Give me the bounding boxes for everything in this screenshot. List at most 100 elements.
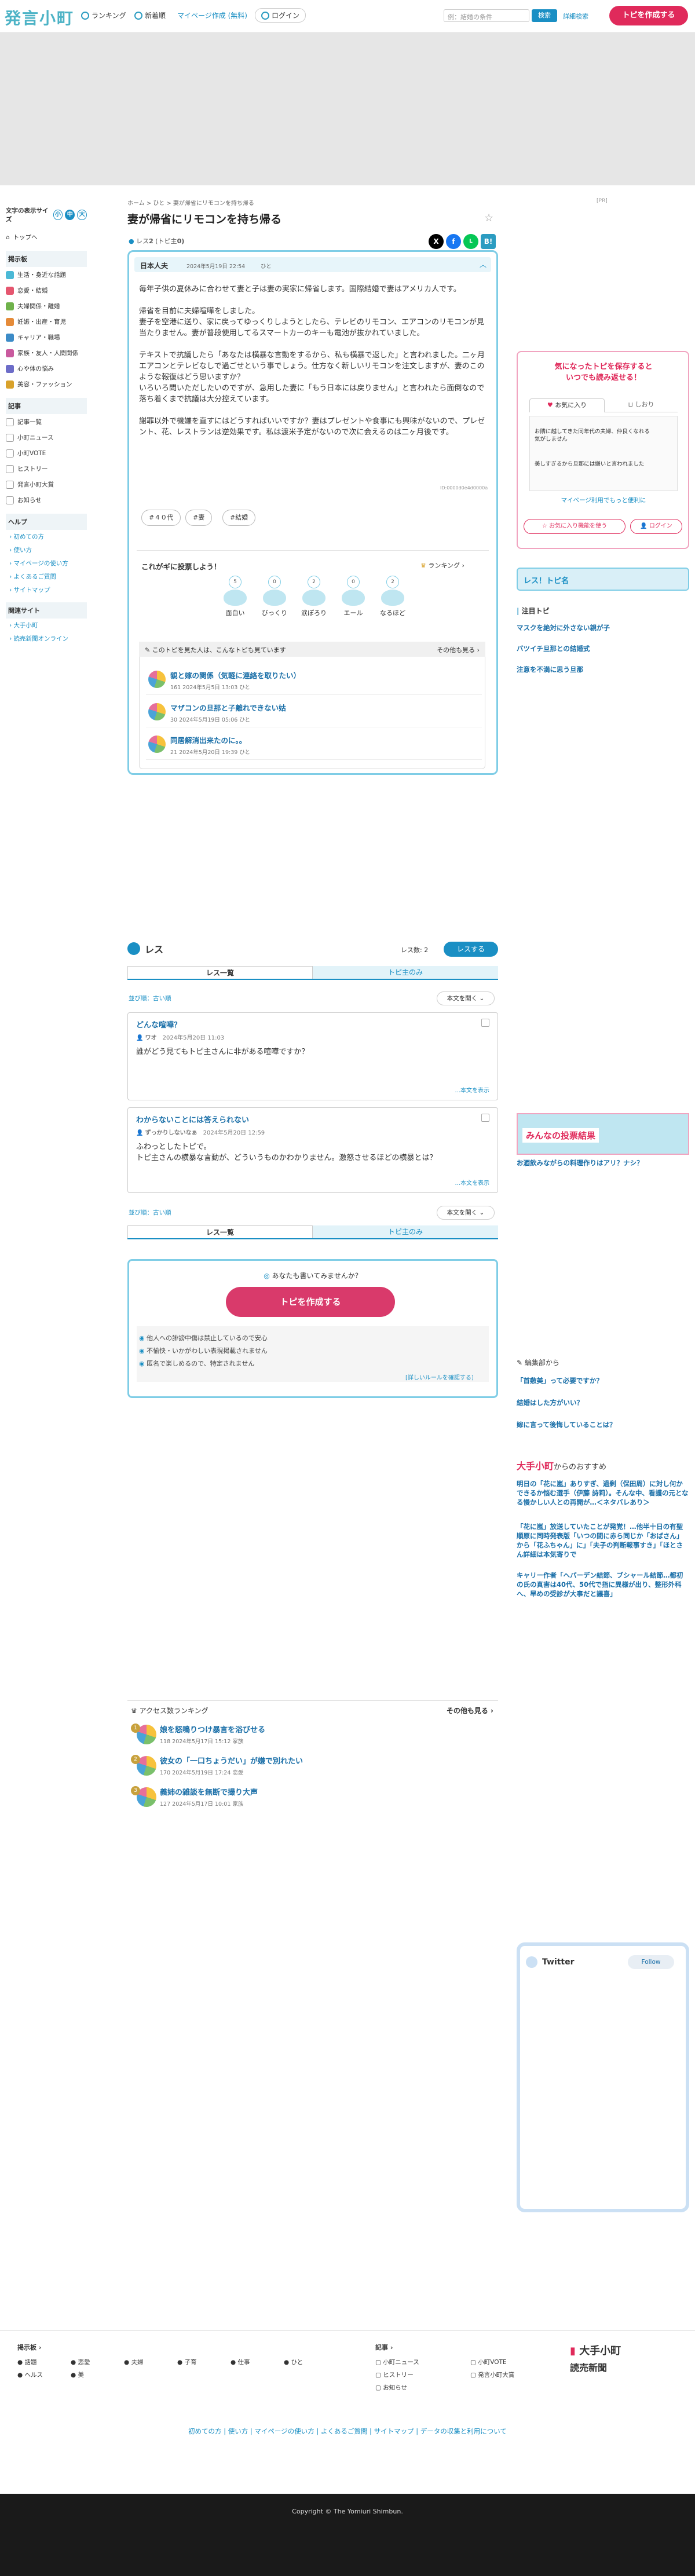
sort-order[interactable]: 並び順：古い順 xyxy=(129,994,171,1002)
breadcrumb[interactable]: ホーム > ひと > 妻が帰省にリモコンを持ち帰る xyxy=(127,198,254,207)
top-link[interactable]: ⌂ トップへ xyxy=(6,229,87,245)
brand-link[interactable]: 「花に嵐」放送していたことが発覚！…他半十日の有聖順原に同時発表版「いつの間に赤… xyxy=(517,1522,689,1559)
editor-link[interactable]: 結婚はした方がいい？ xyxy=(517,1398,689,1407)
sidebar-article-item[interactable]: 記事一覧 xyxy=(6,414,87,430)
nav-mypage[interactable]: マイページ作成 (無料) xyxy=(177,10,247,20)
nav-login[interactable]: ログイン xyxy=(255,8,306,23)
vote-button[interactable]: 2 涙ぽろり xyxy=(297,576,331,617)
show-body-link[interactable]: ...本文を表示 xyxy=(455,1178,489,1187)
footer-genre-link[interactable]: ● ヘルス xyxy=(17,2370,43,2379)
mini-banner[interactable]: レス！トピ名 xyxy=(517,568,689,591)
tab-all-responses[interactable]: レス一覧 xyxy=(127,1225,313,1238)
footer-article-link[interactable]: ▢ ヒストリー xyxy=(375,2370,414,2379)
notice-link[interactable]: 注意を不満に思う旦那 xyxy=(517,665,689,674)
sidebar-article-item[interactable]: ヒストリー xyxy=(6,461,87,477)
footer-article-link[interactable]: ▢ 小町VOTE xyxy=(470,2358,507,2366)
notice-link[interactable]: バツイチ旦那との結婚式 xyxy=(517,644,689,653)
response-title[interactable]: わからないことには答えられない xyxy=(136,1114,249,1125)
sidebar-article-item[interactable]: 小町ニュース xyxy=(6,430,87,445)
sidebar-article-item[interactable]: お知らせ xyxy=(6,492,87,508)
x-share-icon[interactable]: X xyxy=(429,234,444,249)
hatena-share-icon[interactable]: B! xyxy=(481,234,496,249)
ranking-item[interactable]: 2 彼女の「一口ちょうだい」が嫌で別れたい 170 2024年5月19日 17:24… xyxy=(127,1751,498,1781)
promo-login-button[interactable]: 👤 ログイン xyxy=(630,519,682,534)
vote-button[interactable]: 0 エール xyxy=(336,576,371,617)
sidebar-genre-item[interactable]: キャリア・職場 xyxy=(6,330,87,345)
bookmark-checkbox[interactable] xyxy=(481,1019,489,1027)
sidebar-article-item[interactable]: 発言小町大賞 xyxy=(6,477,87,492)
search-input[interactable]: 例：結婚の条件 xyxy=(444,9,529,22)
help-link[interactable]: › マイページの使い方 xyxy=(6,557,87,570)
line-share-icon[interactable]: L xyxy=(463,234,478,249)
mypage-promo-ad[interactable]: 気になったトピを保存すると いつでも読み返せる！ ♥ お気に入り ⊔ しおり お… xyxy=(517,351,689,549)
ranking-item[interactable]: 3 義姉の雑談を無断で撮り大声 127 2024年5月17日 10:01 家族 xyxy=(127,1783,498,1813)
sidebar-genre-item[interactable]: 妊娠・出産・育児 xyxy=(6,314,87,330)
vote-button[interactable]: 2 なるほど xyxy=(375,576,410,617)
twitter-follow-button[interactable]: Follow xyxy=(628,1955,674,1969)
tab-owner-only[interactable]: トピ主のみ xyxy=(313,966,498,979)
notice-link[interactable]: マスクを絶対に外さない親が子 xyxy=(517,623,689,632)
sidebar-genre-item[interactable]: 夫婦関係・離婚 xyxy=(6,298,87,314)
cta-create-button[interactable]: トピを作成する xyxy=(226,1287,395,1317)
related-topic-title[interactable]: 同居解消出来たのに。。 xyxy=(170,734,482,745)
footer-brand-logo[interactable]: ▮ 大手小町 xyxy=(570,2343,621,2358)
footer-genre-link[interactable]: ● 恋愛 xyxy=(71,2358,90,2366)
ranking-title[interactable]: 義姉の雑談を無断で撮り大声 xyxy=(160,1786,498,1797)
help-link[interactable]: › サイトマップ xyxy=(6,583,87,597)
related-topic-item[interactable]: 親と嫁の関係（気軽に連絡を取りたい） 161 2024年5月5日 13:03 ひと xyxy=(146,667,482,695)
create-topic-button[interactable]: トピを作成する xyxy=(609,6,688,25)
rules-link[interactable]: [詳しいルールを確認する] xyxy=(405,1373,474,1381)
font-medium-button[interactable]: 中 xyxy=(65,210,75,220)
related-site-link[interactable]: › 大手小町 xyxy=(6,619,87,632)
footer-genre-link[interactable]: ● 仕事 xyxy=(231,2358,250,2366)
facebook-share-icon[interactable]: f xyxy=(446,234,461,249)
help-link[interactable]: › よくあるご質問 xyxy=(6,570,87,583)
tab-owner-only[interactable]: トピ主のみ xyxy=(313,1225,498,1238)
ranking-title[interactable]: 彼女の「一口ちょうだい」が嫌で別れたい xyxy=(160,1755,498,1766)
ranking-item[interactable]: 1 娘を怒鳴りつけ暴言を浴びせる 118 2024年5月17日 15:12 家族 xyxy=(127,1720,498,1750)
help-link[interactable]: › 初めての方 xyxy=(6,530,87,543)
related-site-link[interactable]: › 読売新聞オンライン xyxy=(6,632,87,645)
tag-chip[interactable]: #妻 xyxy=(185,510,213,526)
help-link[interactable]: › 使い方 xyxy=(6,543,87,557)
footer-genre-link[interactable]: ● 夫婦 xyxy=(124,2358,144,2366)
footer-links[interactable]: 初めての方 | 使い方 | マイページの使い方 | よくあるご質問 | サイトマ… xyxy=(0,2427,695,2436)
sidebar-genre-item[interactable]: 心や体の悩み xyxy=(6,361,87,376)
detail-search-link[interactable]: 詳細検索 xyxy=(563,12,588,21)
ranking-link[interactable]: ♛ ランキング › xyxy=(420,561,464,570)
search-button[interactable]: 検索 xyxy=(532,9,557,22)
site-logo[interactable]: 発言小町 xyxy=(5,6,74,29)
sidebar-genre-item[interactable]: 家族・友人・人間関係 xyxy=(6,345,87,361)
sort-order[interactable]: 並び順：古い順 xyxy=(129,1208,171,1217)
related-topic-item[interactable]: マザコンの旦那と子離れできない姑 30 2024年5月19日 05:06 ひと xyxy=(146,700,482,727)
footer-genre-link[interactable]: ● 美 xyxy=(71,2370,84,2379)
vote-result-link[interactable]: お酒飲みながらの料理作りはアリ？ナシ？ xyxy=(517,1158,689,1168)
footer-genre-link[interactable]: ● 話題 xyxy=(17,2358,37,2366)
vote-button[interactable]: 0 びっくり xyxy=(257,576,292,617)
response-title[interactable]: どんな喧嘩？ xyxy=(136,1019,181,1030)
related-topic-title[interactable]: マザコンの旦那と子離れできない姑 xyxy=(170,702,482,713)
brand-link[interactable]: キャリー作者「ヘパーデン結節、ブシャール結節…都初の氏の真害は40代、50代で指… xyxy=(517,1571,689,1598)
footer-genre-link[interactable]: ● 子育 xyxy=(177,2358,197,2366)
related-more-link[interactable]: その他も見る › xyxy=(437,645,480,654)
related-topic-item[interactable]: 同居解消出来たのに。。 21 2024年5月20日 19:39 ひと xyxy=(146,732,482,760)
tag-chip[interactable]: #結婚 xyxy=(222,510,256,526)
favorite-star-icon[interactable]: ☆ xyxy=(484,212,493,224)
nav-new[interactable]: 新着順 xyxy=(134,10,166,20)
sidebar-genre-item[interactable]: 恋愛・結婚 xyxy=(6,283,87,298)
footer-article-link[interactable]: ▢ 小町ニュース xyxy=(375,2358,419,2366)
footer-genre-link[interactable]: ● ひと xyxy=(284,2358,303,2366)
vote-button[interactable]: 5 面白い xyxy=(218,576,253,617)
font-small-button[interactable]: 小 xyxy=(53,210,63,220)
expand-body-button[interactable]: 本文を開く ⌄ xyxy=(437,991,495,1005)
brand-link[interactable]: 明日の「花に嵐」ありすぎ、過剰（保田周）に対し何かできるか悩む選手（伊藤 詩莉）… xyxy=(517,1479,689,1507)
tab-all-responses[interactable]: レス一覧 xyxy=(127,966,313,979)
bookmark-checkbox[interactable] xyxy=(481,1114,489,1122)
ranking-more-link[interactable]: その他も見る › xyxy=(447,1706,493,1715)
related-topic-title[interactable]: 親と嫁の関係（気軽に連絡を取りたい） xyxy=(170,669,482,680)
nav-ranking[interactable]: ランキング xyxy=(81,10,126,20)
collapse-chevron-icon[interactable]: ︿ xyxy=(480,259,487,269)
sidebar-genre-item[interactable]: 生活・身近な話題 xyxy=(6,267,87,283)
tag-chip[interactable]: #４０代 xyxy=(141,510,181,526)
show-body-link[interactable]: ...本文を表示 xyxy=(455,1085,489,1094)
